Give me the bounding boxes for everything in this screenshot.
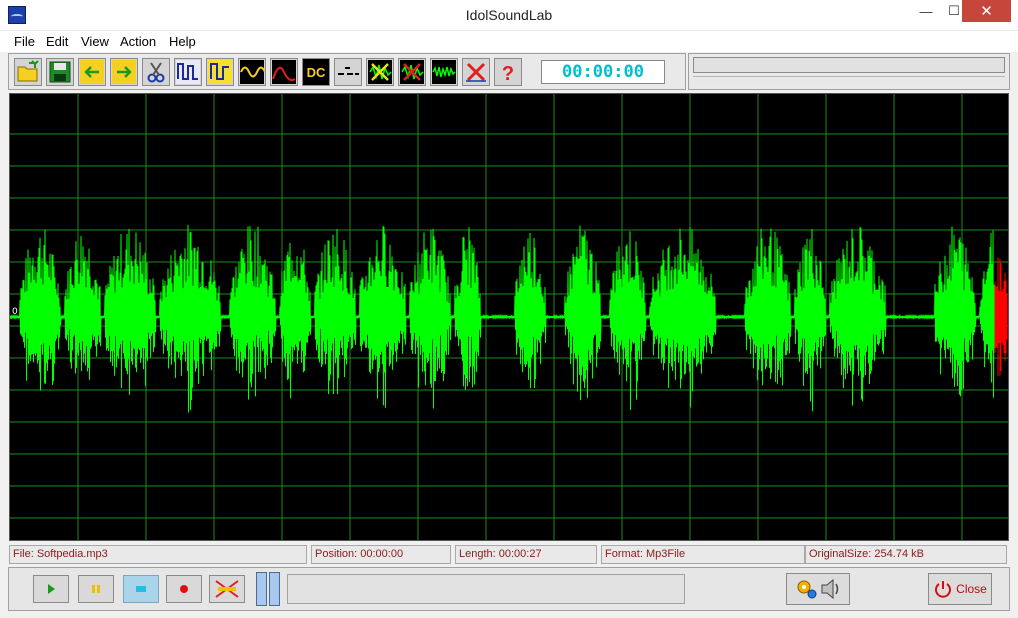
info-bar-bottom bbox=[693, 76, 1005, 86]
cut-button[interactable] bbox=[142, 58, 170, 86]
save-icon bbox=[49, 61, 71, 83]
amplify-icon bbox=[208, 60, 232, 84]
silence-icon bbox=[338, 67, 359, 75]
play-button[interactable] bbox=[33, 575, 69, 603]
menu-view[interactable]: View bbox=[81, 34, 109, 49]
transport-bar: Close bbox=[8, 567, 1010, 611]
level-meter-left bbox=[256, 572, 267, 606]
single-wave-icon bbox=[272, 60, 296, 84]
normalize-button[interactable] bbox=[174, 58, 202, 86]
scissors-icon bbox=[147, 62, 165, 83]
menu-help[interactable]: Help bbox=[169, 34, 196, 49]
status-length: Length: 00:00:27 bbox=[455, 545, 597, 564]
close-button[interactable]: Close bbox=[928, 573, 992, 605]
dc-offset-button[interactable]: DC bbox=[302, 58, 330, 86]
zero-axis-label: 0 bbox=[12, 307, 18, 317]
loop-button[interactable] bbox=[209, 575, 245, 603]
amplify-button[interactable] bbox=[206, 58, 234, 86]
status-position: Position: 00:00:00 bbox=[311, 545, 451, 564]
menu-edit[interactable]: Edit bbox=[46, 34, 68, 49]
title-bar: IdolSoundLab — ☐ ✕ bbox=[0, 0, 1018, 31]
help-icon: ? bbox=[502, 63, 514, 85]
dc-icon: DC bbox=[306, 64, 326, 80]
open-icon bbox=[17, 60, 39, 82]
help-button[interactable]: ? bbox=[494, 58, 522, 86]
info-panel bbox=[688, 53, 1010, 90]
gears-speaker-icon bbox=[797, 578, 839, 600]
silence-button[interactable] bbox=[334, 58, 362, 86]
status-file: File: Softpedia.mp3 bbox=[9, 545, 307, 564]
playback-progress[interactable] bbox=[287, 574, 685, 604]
record-button[interactable] bbox=[166, 575, 202, 603]
noise-icon bbox=[432, 60, 456, 84]
menu-bar: File Edit View Action Help bbox=[0, 31, 1018, 52]
toolbar: DC ? 00:00:00 bbox=[8, 53, 686, 90]
open-button[interactable] bbox=[14, 58, 42, 86]
loop-cross-icon bbox=[215, 580, 239, 598]
minimize-button[interactable]: — bbox=[912, 0, 940, 22]
crop-button[interactable] bbox=[398, 58, 426, 86]
stop-icon bbox=[136, 586, 146, 592]
save-button[interactable] bbox=[46, 58, 74, 86]
wave-generator-button[interactable] bbox=[238, 58, 266, 86]
status-bar: File: Softpedia.mp3 Position: 00:00:00 L… bbox=[9, 543, 1009, 565]
sine-wave-icon bbox=[240, 60, 265, 84]
redo-button[interactable] bbox=[110, 58, 138, 86]
cross-icon bbox=[466, 62, 486, 82]
close-window-button[interactable]: ✕ bbox=[962, 0, 1011, 22]
stop-button[interactable] bbox=[123, 575, 159, 603]
status-original-size: OriginalSize: 254.74 kB bbox=[805, 545, 1007, 564]
noise-button[interactable] bbox=[430, 58, 458, 86]
window-title: IdolSoundLab bbox=[465, 7, 553, 23]
undo-button[interactable] bbox=[78, 58, 106, 86]
cancel-button[interactable] bbox=[462, 58, 490, 86]
back-arrow-icon bbox=[80, 60, 104, 84]
delete-crop-icon bbox=[400, 60, 424, 84]
single-wave-button[interactable] bbox=[270, 58, 298, 86]
status-format: Format: Mp3File bbox=[601, 545, 805, 564]
sound-settings-button[interactable] bbox=[786, 573, 850, 605]
svg-text:?: ? bbox=[502, 63, 514, 85]
normalize-icon bbox=[176, 60, 200, 84]
delete-selection-icon bbox=[368, 60, 392, 84]
menu-action[interactable]: Action bbox=[120, 34, 156, 49]
pause-icon bbox=[92, 585, 100, 593]
record-icon bbox=[180, 585, 188, 593]
power-icon bbox=[935, 581, 952, 598]
menu-file[interactable]: File bbox=[14, 34, 35, 49]
waveform-signal bbox=[10, 224, 995, 413]
waveform-selection-highlight bbox=[994, 257, 1008, 377]
delete-selection-button[interactable] bbox=[366, 58, 394, 86]
close-button-label: Close bbox=[956, 582, 987, 596]
info-bar-top bbox=[693, 57, 1005, 73]
time-display: 00:00:00 bbox=[541, 60, 665, 84]
level-meter-right bbox=[269, 572, 280, 606]
waveform-display[interactable]: 0 bbox=[9, 93, 1009, 541]
play-icon bbox=[48, 584, 55, 594]
waveform-canvas bbox=[10, 94, 1008, 540]
forward-arrow-icon bbox=[112, 60, 136, 84]
pause-button[interactable] bbox=[78, 575, 114, 603]
